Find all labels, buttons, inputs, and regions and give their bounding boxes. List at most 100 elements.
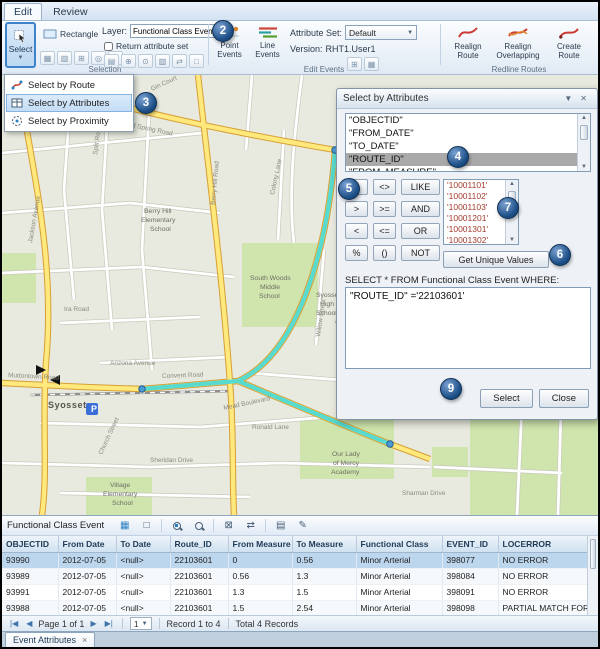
toolbar-separator [161, 519, 162, 532]
create-route-button[interactable]: Create Route [546, 22, 592, 60]
menu-item-select-by-route[interactable]: Select by Route [6, 76, 132, 94]
pager-separator [228, 618, 229, 629]
tab-close-icon[interactable]: × [82, 635, 87, 645]
value-item[interactable]: '10001301' [444, 224, 505, 235]
operator-button[interactable]: >= [373, 201, 396, 217]
get-unique-values-button[interactable]: Get Unique Values [443, 251, 549, 268]
value-item[interactable]: '10001201' [444, 213, 505, 224]
callout-9: 9 [440, 378, 462, 400]
value-item[interactable]: '10001102' [444, 191, 505, 202]
field-item[interactable]: "OBJECTID" [346, 114, 577, 127]
dialog-select-button[interactable]: Select [480, 389, 532, 408]
return-attribute-set-checkbox[interactable] [104, 42, 113, 51]
map-label: School [259, 293, 280, 300]
operator-button[interactable]: <= [373, 223, 396, 239]
where-clause-textarea[interactable]: "ROUTE_ID" ='22103601' [345, 287, 591, 369]
menu-item-select-by-attributes[interactable]: Select by Attributes [6, 94, 132, 112]
callout-5: 5 [338, 178, 360, 200]
table-row[interactable]: 939892012-07-05<null>221036010.561.3Mino… [2, 568, 598, 584]
tool-icon[interactable]: ▦ [40, 51, 55, 65]
delete-selection-icon[interactable]: ⊠ [219, 518, 238, 534]
tab-review[interactable]: Review [43, 3, 97, 20]
column-header[interactable]: Functional Class [356, 536, 442, 552]
realign-route-button[interactable]: Realign Route [445, 22, 491, 60]
attribute-set-dropdown[interactable]: Default ▼ [345, 25, 417, 40]
operator-button[interactable]: NOT [401, 245, 440, 261]
page-size-dropdown[interactable]: 1 ▼ [130, 617, 152, 630]
table-title: Functional Class Event [7, 520, 104, 531]
map-label: Academy [331, 469, 360, 476]
operator-button[interactable]: LIKE [401, 179, 440, 195]
clear-selection-icon[interactable]: □ [137, 518, 156, 534]
map-label: Our Lady [332, 451, 361, 458]
scrollbar-thumb[interactable] [590, 539, 596, 569]
column-header[interactable]: From Measure [228, 536, 292, 552]
table-row[interactable]: 939902012-07-05<null>2210360100.56Minor … [2, 552, 598, 568]
value-item[interactable]: '10001101' [444, 180, 505, 191]
edit-record-icon[interactable]: ✎ [293, 518, 312, 534]
operator-button[interactable]: () [373, 245, 396, 261]
select-records-icon[interactable]: ▦ [115, 518, 134, 534]
column-header[interactable]: LOCERROR [498, 536, 598, 552]
table-cell: NO ERROR [498, 552, 598, 568]
zoom-to-selection-icon[interactable] [167, 518, 186, 534]
table-cell: 398077 [442, 552, 498, 568]
prev-page-icon[interactable]: ◀ [24, 619, 34, 628]
fields-scrollbar[interactable]: ▲ ▼ [577, 114, 590, 171]
menu-item-select-by-proximity[interactable]: Select by Proximity [6, 112, 132, 130]
dialog-close-button[interactable]: Close [539, 389, 589, 408]
operator-button[interactable]: < [345, 223, 368, 239]
dialog-titlebar[interactable]: Select by Attributes ▼ ✕ [337, 89, 597, 109]
column-header[interactable]: To Measure [292, 536, 356, 552]
column-header[interactable]: From Date [58, 536, 116, 552]
column-header[interactable]: EVENT_ID [442, 536, 498, 552]
table-options-icon[interactable]: ▤ [271, 518, 290, 534]
operator-button[interactable]: % [345, 245, 368, 261]
operator-button[interactable]: AND [401, 201, 440, 217]
pan-to-selection-icon[interactable] [189, 518, 208, 534]
realign-overlapping-button[interactable]: Realign Overlapping [493, 22, 543, 60]
table-cell: <null> [116, 584, 170, 600]
table-row[interactable]: 939912012-07-05<null>221036011.31.5Minor… [2, 584, 598, 600]
scroll-up-icon[interactable]: ▲ [506, 181, 518, 187]
switch-selection-icon[interactable]: ⇄ [241, 518, 260, 534]
tool-icon[interactable]: ▧ [57, 51, 72, 65]
magnifier-icon [173, 522, 181, 530]
scroll-down-icon[interactable]: ▼ [578, 164, 590, 170]
grid-body: 939902012-07-05<null>2210360100.56Minor … [2, 552, 598, 615]
table-cell: 1.3 [292, 568, 356, 584]
scrollbar-thumb[interactable] [580, 125, 588, 140]
operator-button[interactable]: > [345, 201, 368, 217]
dialog-close-icon[interactable]: ✕ [576, 94, 591, 103]
rectangle-button[interactable]: Rectangle [40, 25, 101, 43]
next-page-icon[interactable]: ▶ [88, 619, 98, 628]
last-page-icon[interactable]: ▶| [103, 619, 115, 628]
field-item[interactable]: "FROM_DATE" [346, 127, 577, 140]
map-label: Sharman Drive [402, 490, 446, 497]
line-events-button[interactable]: Line Events [250, 22, 285, 59]
select-button[interactable]: Select ▼ [5, 22, 36, 68]
tab-edit[interactable]: Edit [4, 3, 42, 20]
column-header[interactable]: Route_ID [170, 536, 228, 552]
table-cell: Minor Arterial [356, 568, 442, 584]
group-label-edit-events: Edit Events [208, 65, 440, 74]
map-label: Elementary [141, 217, 176, 224]
scroll-up-icon[interactable]: ▲ [578, 115, 590, 121]
values-list-inner: '10001101''10001102''10001103''10001201'… [444, 180, 505, 244]
first-page-icon[interactable]: |◀ [8, 619, 20, 628]
operator-button[interactable]: OR [401, 223, 440, 239]
column-header[interactable]: OBJECTID [2, 536, 58, 552]
tab-event-attributes[interactable]: Event Attributes × [5, 632, 95, 647]
grid-scrollbar[interactable] [587, 536, 598, 615]
operator-button[interactable]: <> [373, 179, 396, 195]
column-header[interactable]: To Date [116, 536, 170, 552]
layer-row: Layer: [102, 24, 228, 38]
table-row[interactable]: 939882012-07-05<null>221036011.52.54Mino… [2, 600, 598, 615]
scroll-down-icon[interactable]: ▼ [506, 237, 518, 243]
tool-icon[interactable]: ⊞ [74, 51, 89, 65]
value-item[interactable]: '10001302' [444, 235, 505, 244]
value-item[interactable]: '10001103' [444, 202, 505, 213]
realign-route-icon [458, 25, 478, 40]
map-label: Elementary [103, 491, 138, 498]
dialog-menu-caret-icon[interactable]: ▼ [560, 94, 576, 103]
